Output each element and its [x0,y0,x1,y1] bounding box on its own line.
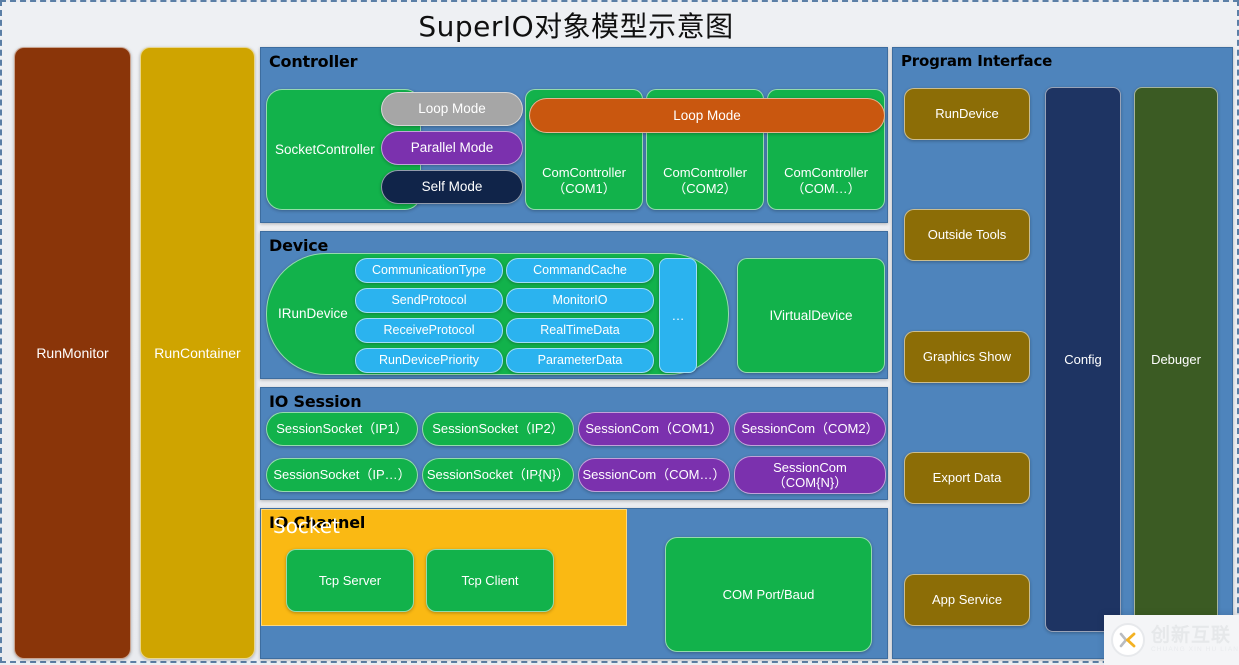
device-attribute-more[interactable]: … [659,258,697,373]
device-attribute-receive-protocol[interactable]: ReceiveProtocol [355,318,503,343]
section-io-session: IO Session SessionSocket（IP1） SessionSoc… [260,387,888,500]
com-loop-mode-bar[interactable]: Loop Mode [529,98,885,133]
mode-self-label: Self Mode [421,179,483,195]
session-com-com1[interactable]: SessionCom（COM1） [578,412,730,446]
attr-label: MonitorIO [552,293,608,308]
ivirtualdevice-label: IVirtualDevice [769,307,853,323]
watermark-cn: 创新互联 [1151,624,1232,647]
section-program-interface-label: Program Interface [901,52,1053,70]
session-label: SessionCom（COM2） [741,421,879,437]
section-io-channel: IO Channel Socket Tcp Server Tcp Client … [260,508,888,659]
mode-loop-button[interactable]: Loop Mode [381,92,523,126]
program-interface-export-data[interactable]: Export Data [904,452,1030,504]
section-io-session-label: IO Session [269,392,362,411]
section-controller-label: Controller [269,52,358,71]
session-socket-ip2[interactable]: SessionSocket（IP2） [422,412,574,446]
column-run-container[interactable]: RunContainer [140,47,255,659]
page-title: SuperIO对象模型示意图 [418,10,734,43]
session-socket-ipmore[interactable]: SessionSocket（IP…） [266,458,418,492]
attr-label: ReceiveProtocol [383,323,475,338]
session-label: SessionCom（COM…） [582,467,726,483]
debuger-label: Debuger [1151,351,1201,367]
debuger-column[interactable]: Debuger [1134,87,1218,632]
com-port-baud-box[interactable]: COM Port/Baud [665,537,872,652]
device-attribute-send-protocol[interactable]: SendProtocol [355,288,503,313]
session-label: SessionSocket（IP2） [432,421,564,437]
com-controller-2-label: ComController （COM2） [663,165,747,196]
watermark-pinyin: CHUANG XIN HU LIAN [1151,646,1239,654]
program-interface-run-device[interactable]: RunDevice [904,88,1030,140]
pi-label: App Service [931,592,1003,608]
com-controller-1-label: ComController （COM1） [542,165,626,196]
column-run-container-label: RunContainer [154,344,241,361]
com-loop-mode-label: Loop Mode [673,107,741,123]
device-attribute-parameter-data[interactable]: ParameterData [506,348,654,373]
watermark-logo-icon [1111,623,1145,657]
pi-label: RunDevice [935,106,999,122]
program-interface-outside-tools[interactable]: Outside Tools [904,209,1030,261]
com-controller-3-label: ComController （COM…） [784,165,868,196]
session-label: SessionSocket（IP…） [273,467,411,483]
mode-self-button[interactable]: Self Mode [381,170,523,204]
device-attribute-real-time-data[interactable]: RealTimeData [506,318,654,343]
diagram-canvas: SuperIO对象模型示意图 RunMonitor RunContainer C… [0,0,1239,665]
section-device: Device IRunDevice CommunicationType Send… [260,231,888,379]
program-interface-graphics-show[interactable]: Graphics Show [904,331,1030,383]
attr-label: RunDevicePriority [378,353,480,368]
session-socket-ipn[interactable]: SessionSocket（IP{N}） [422,458,574,492]
config-label: Config [1064,351,1102,367]
device-attribute-monitor-io[interactable]: MonitorIO [506,288,654,313]
section-program-interface: Program Interface RunDevice Outside Tool… [892,47,1233,659]
section-controller: Controller SocketController Loop Mode Pa… [260,47,888,223]
socket-group: Socket Tcp Server Tcp Client [261,509,627,626]
session-label: SessionSocket（IP1） [276,421,408,437]
tcp-client-box[interactable]: Tcp Client [426,549,554,612]
session-com-comn[interactable]: SessionCom （COM{N}） [734,456,886,494]
attr-label: RealTimeData [540,323,620,338]
ivirtualdevice-box[interactable]: IVirtualDevice [737,258,885,373]
ellipsis-label: … [671,307,685,323]
program-interface-app-service[interactable]: App Service [904,574,1030,626]
mode-loop-label: Loop Mode [418,101,486,117]
device-attribute-command-cache[interactable]: CommandCache [506,258,654,283]
session-label: SessionCom（COM1） [585,421,723,437]
session-socket-ip1[interactable]: SessionSocket（IP1） [266,412,418,446]
pi-label: Export Data [932,470,1002,486]
session-label: SessionSocket（IP{N}） [426,467,570,483]
socket-group-label: Socket [273,514,340,538]
tcp-server-box[interactable]: Tcp Server [286,549,414,612]
attr-label: ParameterData [537,353,623,368]
pi-label: Outside Tools [927,227,1007,243]
irundevice-label: IRunDevice [278,306,348,322]
mode-parallel-button[interactable]: Parallel Mode [381,131,523,165]
mode-parallel-label: Parallel Mode [410,140,494,156]
attr-label: SendProtocol [391,293,467,308]
com-port-baud-label: COM Port/Baud [722,586,815,602]
watermark-text: 创新互联 CHUANG XIN HU LIAN [1151,626,1239,654]
socket-controller-label: SocketController [275,141,375,157]
session-label: SessionCom （COM{N}） [772,459,848,490]
tcp-client-label: Tcp Client [461,572,519,588]
tcp-server-label: Tcp Server [318,572,382,588]
watermark: 创新互联 CHUANG XIN HU LIAN [1104,615,1239,665]
column-run-monitor[interactable]: RunMonitor [14,47,131,659]
config-column[interactable]: Config [1045,87,1121,632]
section-device-label: Device [269,236,329,255]
attr-label: CommunicationType [372,263,486,278]
attr-label: CommandCache [533,263,627,278]
session-com-com2[interactable]: SessionCom（COM2） [734,412,886,446]
column-run-monitor-label: RunMonitor [36,344,109,361]
device-attribute-run-device-priority[interactable]: RunDevicePriority [355,348,503,373]
session-com-commore[interactable]: SessionCom（COM…） [578,458,730,492]
device-attribute-communication-type[interactable]: CommunicationType [355,258,503,283]
pi-label: Graphics Show [922,349,1012,365]
